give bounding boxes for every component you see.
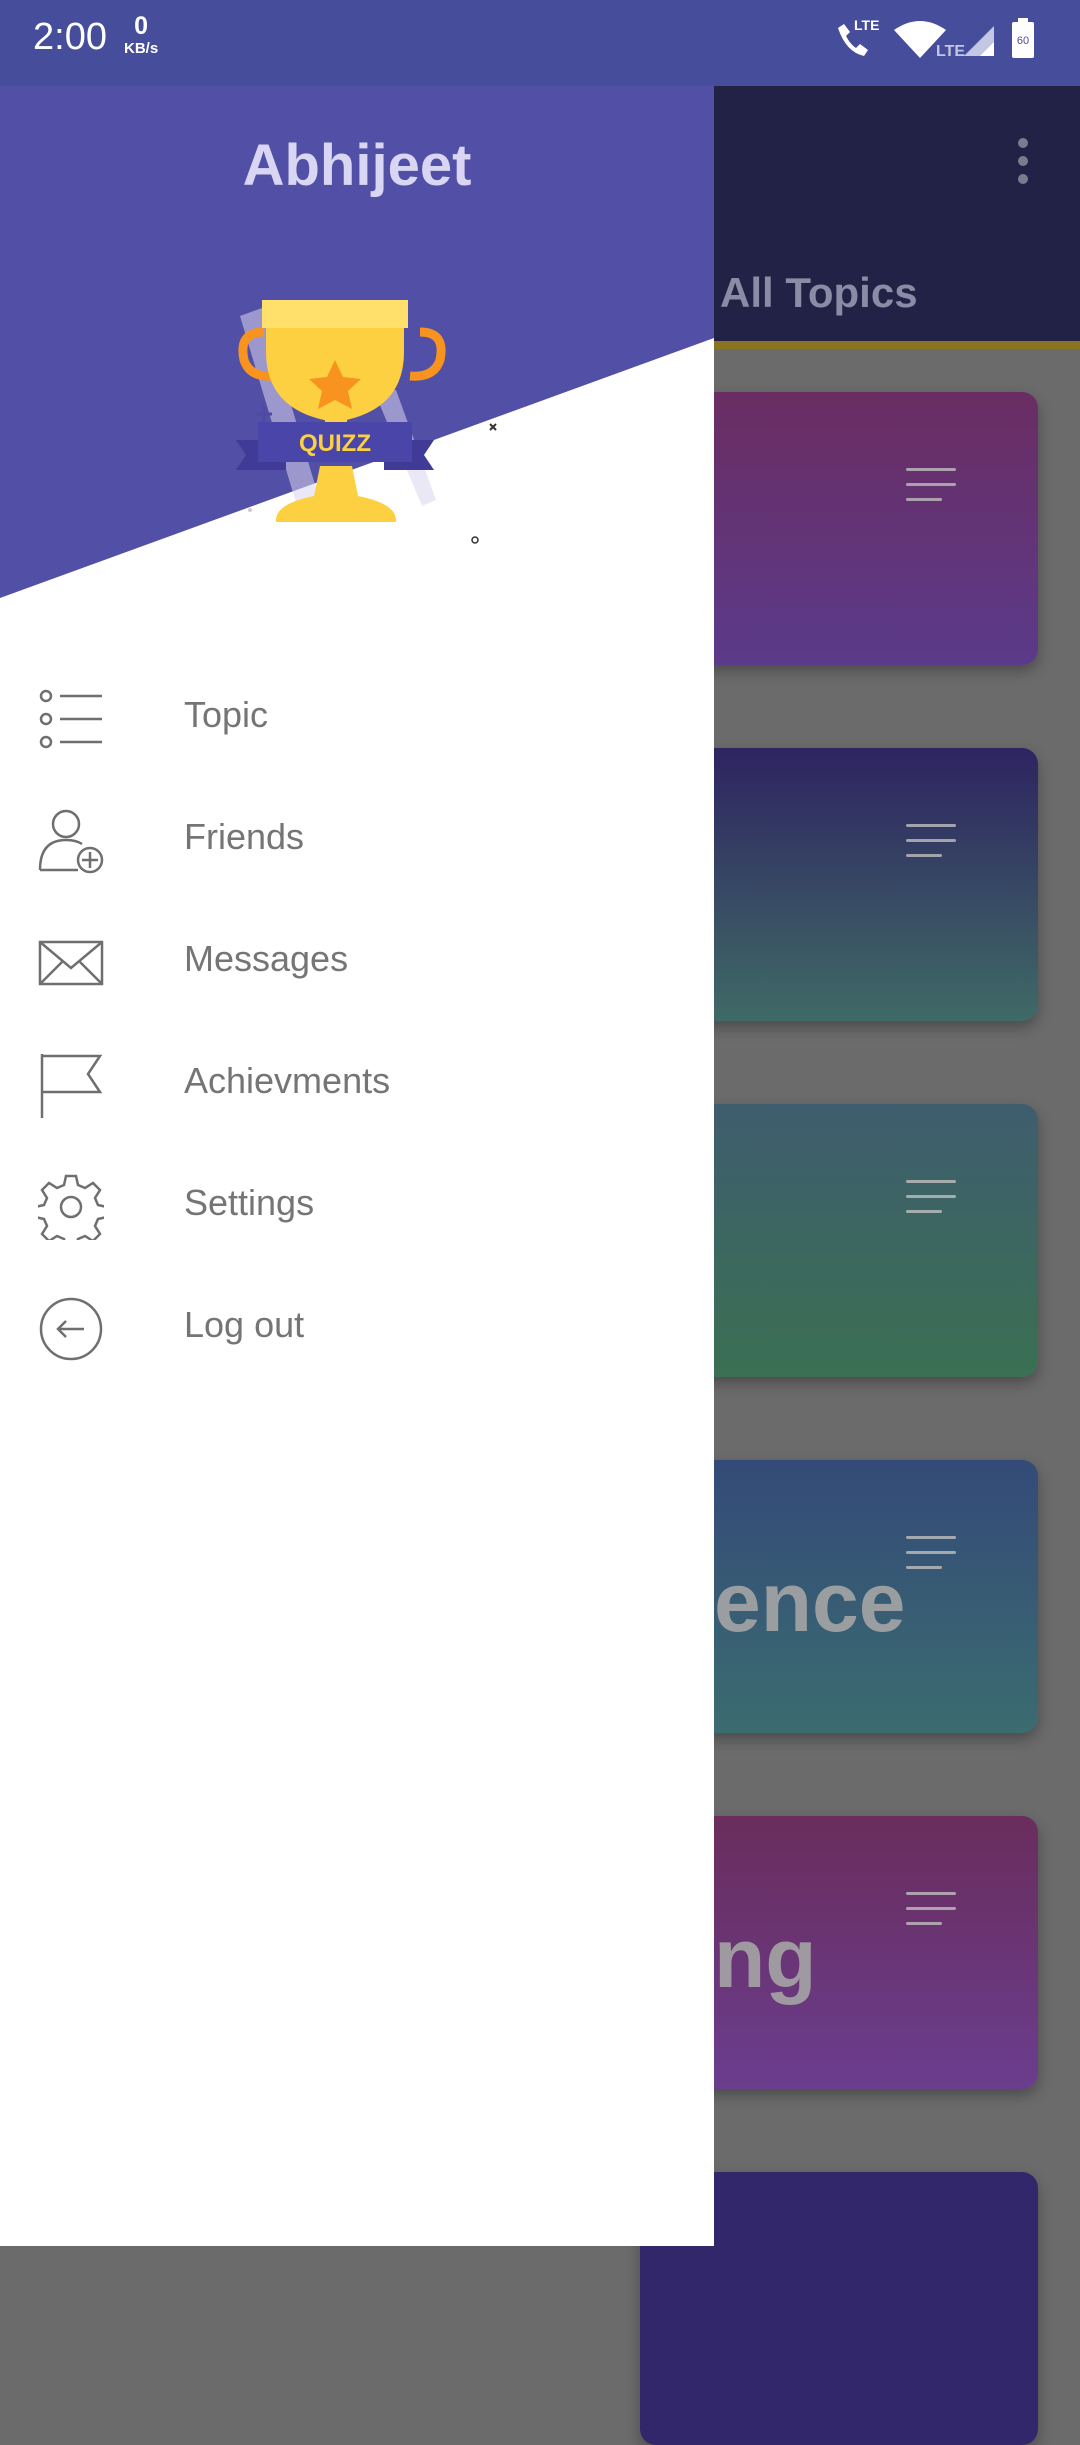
logout-icon (39, 1297, 103, 1361)
menu-item-messages[interactable]: Messages (0, 900, 714, 1022)
menu-label: Log out (184, 1304, 305, 1345)
card-menu-icon[interactable] (906, 1536, 956, 1581)
menu-item-topic[interactable]: Topic (0, 656, 714, 778)
card-menu-icon[interactable] (906, 468, 956, 513)
net-speed: 0 KB/s (124, 12, 159, 57)
card-title: ng (714, 1911, 817, 2005)
app-title: All Topics (720, 269, 918, 316)
overflow-menu-icon[interactable] (1010, 138, 1036, 194)
menu-label: Topic (184, 694, 269, 735)
battery-icon: 60 (1012, 18, 1034, 58)
signal-lte-label: LTE (936, 43, 965, 60)
menu-label: Friends (184, 816, 305, 857)
envelope-icon (38, 940, 104, 986)
menu-label: Achievments (184, 1060, 391, 1101)
net-speed-unit: KB/s (124, 40, 159, 57)
card-menu-icon[interactable] (906, 1892, 956, 1937)
app-bar-accent (714, 341, 1080, 349)
drawer-menu: Topic Friends Messages Achievments Setti… (0, 656, 714, 1388)
trophy-icon: QUIZZ (236, 300, 497, 544)
call-lte-label: LTE (854, 17, 879, 33)
menu-label: Messages (184, 938, 349, 979)
status-icons: LTE LTE 60 (838, 17, 1034, 60)
navigation-drawer: Abhijeet QUIZZ Topic Friends Messages Ac… (0, 86, 714, 2246)
volte-call-icon: LTE (838, 17, 879, 56)
gear-icon (38, 1174, 104, 1240)
card-menu-icon[interactable] (906, 824, 956, 869)
net-speed-value: 0 (134, 12, 149, 40)
battery-level: 60 (1017, 35, 1029, 47)
status-time: 2:00 (33, 16, 107, 58)
card-title: ence (714, 1555, 906, 1649)
menu-item-friends[interactable]: Friends (0, 778, 714, 900)
trophy-badge-text: QUIZZ (299, 430, 371, 457)
menu-item-settings[interactable]: Settings (0, 1144, 714, 1266)
card-menu-icon[interactable] (906, 1180, 956, 1225)
menu-item-logout[interactable]: Log out (0, 1266, 714, 1388)
drawer-header: Abhijeet QUIZZ (0, 86, 714, 606)
add-user-icon (38, 809, 104, 874)
menu-label: Settings (184, 1182, 315, 1223)
menu-item-achievements[interactable]: Achievments (0, 1022, 714, 1144)
flag-icon (40, 1054, 103, 1118)
status-bar: 2:00 0 KB/s LTE LTE 60 (0, 0, 1080, 86)
list-icon (39, 689, 102, 749)
user-name: Abhijeet (242, 133, 472, 198)
